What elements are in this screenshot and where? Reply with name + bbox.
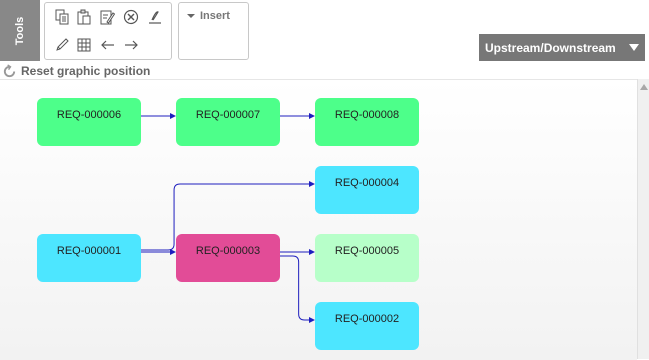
node-req-000001[interactable]: REQ-000001 bbox=[37, 234, 141, 282]
vertical-scrollbar[interactable] bbox=[637, 79, 649, 359]
node-req-000006[interactable]: REQ-000006 bbox=[37, 98, 141, 146]
node-req-000007[interactable]: REQ-000007 bbox=[176, 98, 280, 146]
arrow-left-icon[interactable] bbox=[98, 35, 118, 55]
view-mode-select[interactable]: Upstream/Downstream bbox=[479, 34, 645, 61]
refresh-icon bbox=[3, 63, 16, 77]
node-req-000003[interactable]: REQ-000003 bbox=[176, 234, 280, 282]
insert-panel: Insert bbox=[178, 2, 249, 60]
node-req-000005[interactable]: REQ-000005 bbox=[315, 234, 419, 282]
node-label: REQ-000004 bbox=[334, 177, 400, 189]
tools-tab[interactable]: Tools bbox=[0, 0, 40, 61]
pencil-icon[interactable] bbox=[52, 35, 72, 55]
caret-down-icon bbox=[187, 14, 195, 18]
node-label: REQ-000006 bbox=[56, 109, 122, 121]
view-mode-value: Upstream/Downstream bbox=[485, 40, 616, 55]
node-label: REQ-000008 bbox=[334, 109, 400, 121]
paste-icon[interactable] bbox=[74, 7, 94, 27]
node-label: REQ-000001 bbox=[56, 245, 122, 257]
node-label: REQ-000003 bbox=[195, 245, 261, 257]
reset-graphic-position-link[interactable]: Reset graphic position bbox=[2, 63, 150, 79]
node-label: REQ-000007 bbox=[195, 109, 261, 121]
node-req-000008[interactable]: REQ-000008 bbox=[315, 98, 419, 146]
edit-icon[interactable] bbox=[97, 7, 117, 27]
insert-label: Insert bbox=[200, 10, 230, 22]
insert-button[interactable]: Insert bbox=[187, 10, 230, 22]
tools-tab-label: Tools bbox=[14, 16, 26, 46]
node-req-000002[interactable]: REQ-000002 bbox=[315, 302, 419, 350]
reset-graphic-position-label: Reset graphic position bbox=[21, 64, 151, 78]
scroll-up-icon[interactable] bbox=[640, 84, 648, 90]
delete-icon[interactable] bbox=[121, 7, 141, 27]
toolbox-panel bbox=[44, 2, 172, 60]
dropdown-arrow-icon bbox=[629, 44, 639, 51]
table-icon[interactable] bbox=[74, 35, 94, 55]
node-label: REQ-000002 bbox=[334, 313, 400, 325]
copy-icon[interactable] bbox=[52, 7, 72, 27]
node-req-000004[interactable]: REQ-000004 bbox=[315, 166, 419, 214]
signature-icon[interactable] bbox=[145, 7, 165, 27]
arrow-right-icon[interactable] bbox=[121, 35, 141, 55]
node-label: REQ-000005 bbox=[334, 245, 400, 257]
